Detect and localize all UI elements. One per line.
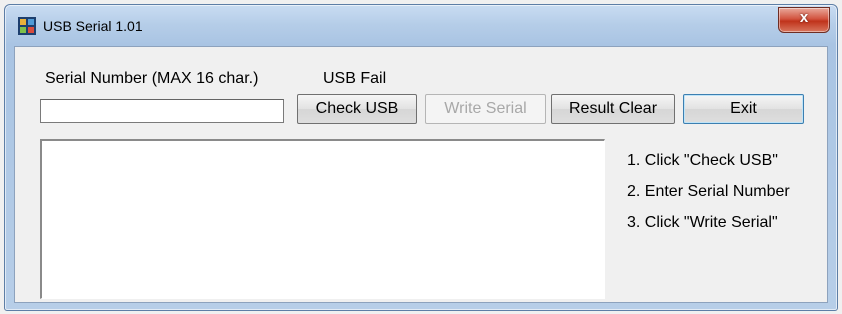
app-window: USB Serial 1.01 x Serial Number (MAX 16 … xyxy=(4,4,838,311)
instructions: 1. Click "Check USB" 2. Enter Serial Num… xyxy=(627,152,790,245)
serial-number-input[interactable] xyxy=(40,99,284,123)
usb-status-label: USB Fail xyxy=(323,70,387,87)
title-bar[interactable]: USB Serial 1.01 x xyxy=(5,5,837,39)
exit-button[interactable]: Exit xyxy=(683,94,804,124)
check-usb-button[interactable]: Check USB xyxy=(297,94,417,124)
close-icon: x xyxy=(799,9,809,26)
instruction-step-3: 3. Click "Write Serial" xyxy=(627,214,778,231)
instruction-step-2: 2. Enter Serial Number xyxy=(627,183,790,200)
write-serial-button: Write Serial xyxy=(425,94,546,124)
client-area: Serial Number (MAX 16 char.) USB Fail Ch… xyxy=(14,46,828,303)
serial-number-label: Serial Number (MAX 16 char.) xyxy=(45,70,259,87)
instruction-step-1: 1. Click "Check USB" xyxy=(627,152,778,169)
close-button[interactable]: x xyxy=(778,7,830,33)
app-icon xyxy=(18,17,36,35)
window-title: USB Serial 1.01 xyxy=(43,18,143,34)
result-output[interactable] xyxy=(40,139,605,299)
result-clear-button[interactable]: Result Clear xyxy=(551,94,675,124)
